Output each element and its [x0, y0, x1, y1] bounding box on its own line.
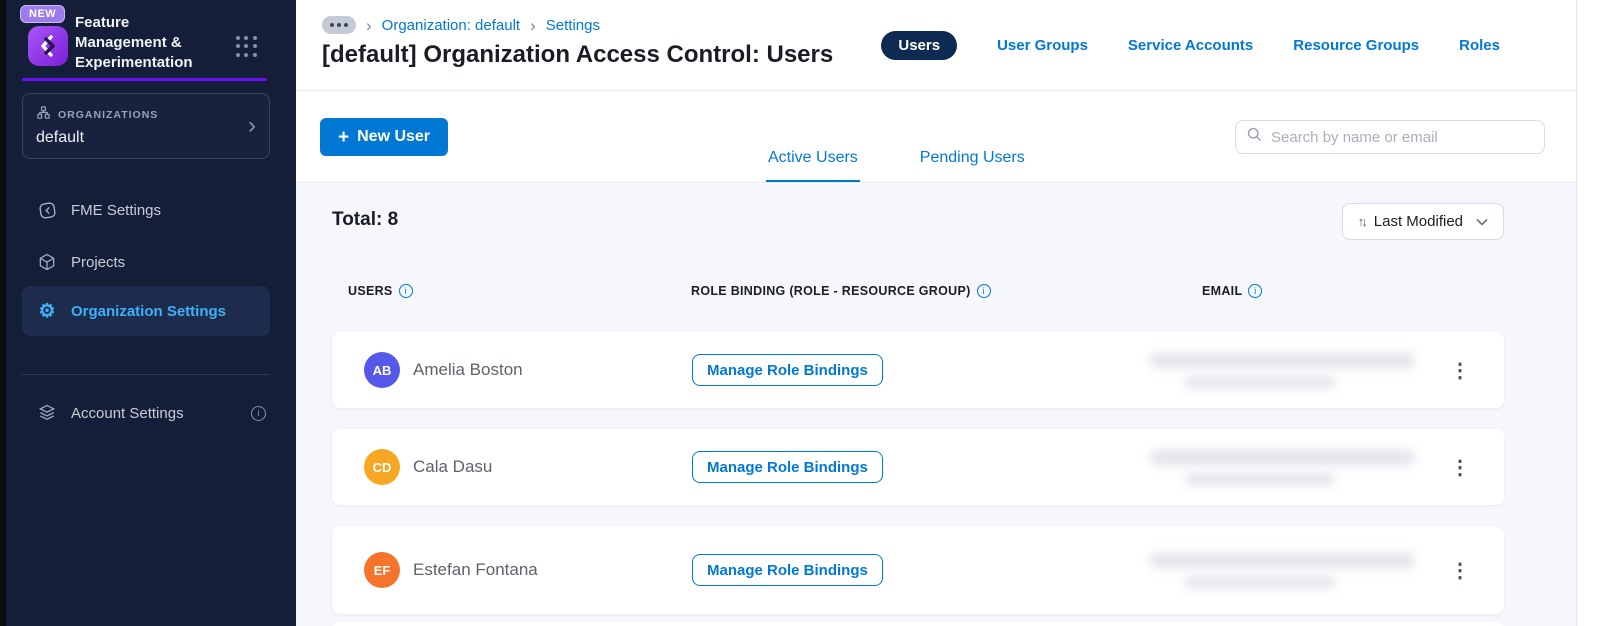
new-user-button[interactable]: + New User [320, 118, 449, 156]
search-input[interactable] [1271, 128, 1534, 146]
sidebar-item-fme-settings[interactable]: FME Settings [22, 195, 270, 225]
sidebar: NEW Feature Management & Experimentation… [6, 0, 296, 626]
chevron-right-icon: › [530, 15, 536, 35]
user-cell: AB Amelia Boston [332, 352, 692, 388]
user-name: Estefan Fontana [413, 560, 538, 579]
tab-roles[interactable]: Roles [1459, 37, 1500, 54]
user-view-tabs: Active Users Pending Users [766, 149, 1027, 182]
search-icon [1246, 126, 1263, 148]
tab-users[interactable]: Users [881, 31, 958, 60]
toolbar: + New User Active Users Pending Users [296, 92, 1576, 183]
row-menu-kebab-icon[interactable]: ⋮ [1446, 356, 1474, 384]
app-grid-icon[interactable] [236, 36, 258, 58]
sort-dropdown-value: Last Modified [1373, 213, 1463, 230]
avatar: EF [364, 552, 400, 588]
email-redacted [1150, 352, 1430, 388]
table-row: EF Estefan Fontana Manage Role Bindings … [332, 526, 1504, 614]
sidebar-item-label: Account Settings [71, 404, 184, 422]
breadcrumb-link-organization[interactable]: Organization: default [382, 17, 520, 34]
layers-icon [36, 403, 58, 423]
tab-resource-groups[interactable]: Resource Groups [1293, 37, 1419, 54]
tab-active-users[interactable]: Active Users [766, 149, 860, 182]
new-badge: NEW [20, 5, 66, 23]
chevron-right-icon: › [248, 112, 256, 139]
avatar: CD [364, 449, 400, 485]
brand-accent-line [22, 78, 267, 81]
tab-service-accounts[interactable]: Service Accounts [1128, 37, 1253, 54]
avatar: AB [364, 352, 400, 388]
info-icon[interactable]: i [976, 284, 991, 298]
product-title: Feature Management & Experimentation [75, 14, 193, 71]
info-icon[interactable]: i [1248, 284, 1263, 298]
page-header: › Organization: default › Settings [defa… [296, 0, 1576, 91]
sort-arrows-icon: ↑↓ [1357, 214, 1368, 229]
cube-icon [36, 252, 58, 272]
table-row: AB Amelia Boston Manage Role Bindings ⋮ [332, 332, 1504, 408]
tab-user-groups[interactable]: User Groups [997, 37, 1088, 54]
plus-icon: + [338, 126, 350, 148]
organization-selector[interactable]: ORGANIZATIONS default › [22, 93, 270, 159]
column-header-label: EMAIL [1202, 284, 1243, 298]
column-header-email: EMAIL i [1202, 284, 1263, 298]
org-tree-icon [36, 105, 51, 125]
chevron-down-icon [1476, 218, 1488, 226]
users-list-section: Total: 8 ↑↓ Last Modified USERS i ROLE B… [296, 184, 1576, 626]
sidebar-item-projects[interactable]: Projects [22, 247, 270, 277]
user-name: Cala Dasu [413, 457, 493, 476]
breadcrumb: › Organization: default › Settings [322, 16, 600, 34]
column-header-role-binding: ROLE BINDING (ROLE - RESOURCE GROUP) i [691, 284, 991, 298]
info-icon[interactable]: i [251, 405, 266, 421]
row-menu-kebab-icon[interactable]: ⋮ [1446, 556, 1474, 584]
sidebar-item-label: Organization Settings [71, 302, 227, 320]
breadcrumb-link-settings[interactable]: Settings [546, 17, 600, 34]
email-cell [1150, 449, 1446, 485]
table-row: CD Cala Dasu Manage Role Bindings ⋮ [332, 429, 1504, 505]
chevron-right-icon: › [366, 15, 372, 35]
email-redacted [1150, 449, 1430, 485]
total-count: Total: 8 [332, 209, 399, 230]
sidebar-item-organization-settings[interactable]: ⚙ Organization Settings [22, 286, 270, 336]
manage-role-bindings-button[interactable]: Manage Role Bindings [692, 451, 883, 483]
column-header-label: USERS [348, 284, 393, 298]
user-cell: CD Cala Dasu [332, 449, 692, 485]
column-header-label: ROLE BINDING (ROLE - RESOURCE GROUP) [691, 284, 971, 298]
sidebar-item-label: FME Settings [71, 201, 162, 219]
org-selector-value: default [36, 129, 85, 146]
breadcrumb-ellipsis-button[interactable] [322, 16, 356, 34]
manage-role-bindings-button[interactable]: Manage Role Bindings [692, 554, 883, 586]
search-box [1235, 120, 1545, 154]
fme-logo-icon [28, 26, 68, 71]
user-cell: EF Estefan Fontana [332, 552, 692, 588]
main-pane: › Organization: default › Settings [defa… [296, 0, 1577, 626]
email-cell [1150, 552, 1446, 588]
info-icon[interactable]: i [398, 284, 413, 298]
new-user-button-label: New User [357, 128, 431, 145]
fme-settings-icon [36, 200, 58, 221]
email-redacted [1150, 552, 1430, 588]
email-cell [1150, 352, 1446, 388]
page-title: [default] Organization Access Control: U… [322, 41, 834, 68]
access-control-tabs: Users User Groups Service Accounts Resou… [881, 31, 1500, 60]
table-row-partial[interactable] [332, 622, 1504, 626]
role-binding-cell: Manage Role Bindings [692, 554, 1202, 586]
role-binding-cell: Manage Role Bindings [692, 451, 1202, 483]
org-selector-label: ORGANIZATIONS [58, 109, 159, 121]
user-name: Amelia Boston [413, 360, 523, 379]
sidebar-divider [22, 374, 270, 375]
role-binding-cell: Manage Role Bindings [692, 354, 1202, 386]
gear-icon: ⚙ [38, 300, 56, 322]
sidebar-item-label: Projects [71, 253, 126, 271]
tab-pending-users[interactable]: Pending Users [918, 149, 1027, 182]
column-header-users: USERS i [348, 284, 413, 298]
manage-role-bindings-button[interactable]: Manage Role Bindings [692, 354, 883, 386]
row-menu-kebab-icon[interactable]: ⋮ [1446, 453, 1474, 481]
sort-dropdown[interactable]: ↑↓ Last Modified [1341, 203, 1504, 240]
sidebar-item-account-settings[interactable]: Account Settings i [22, 398, 270, 428]
